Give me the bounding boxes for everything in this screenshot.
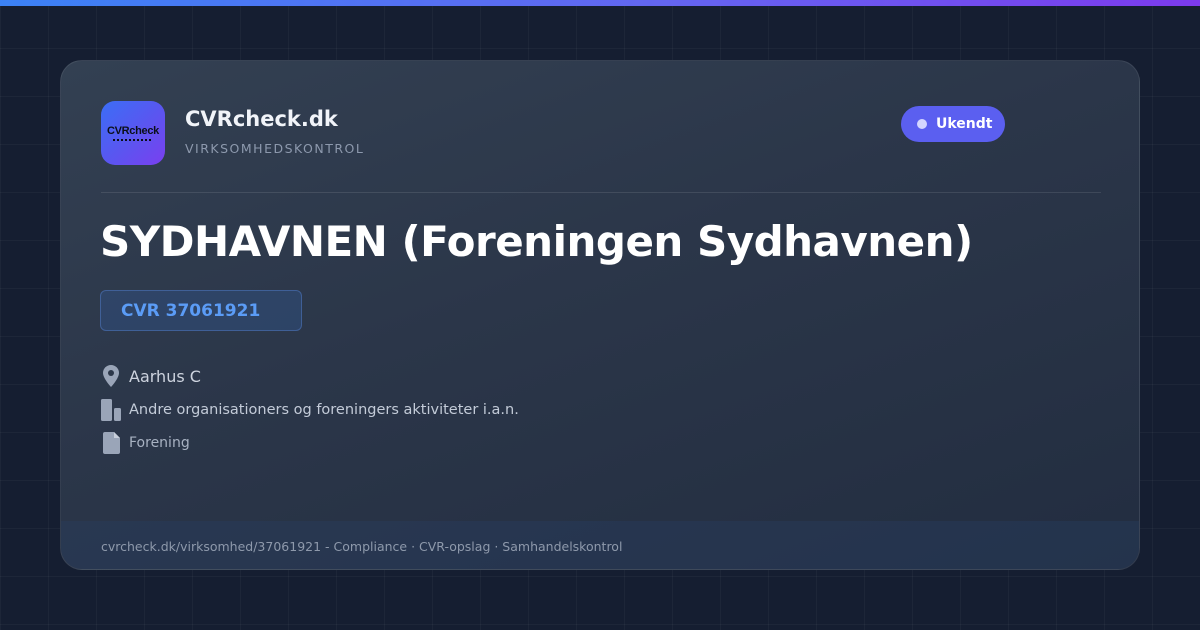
- location-pin-icon: [101, 363, 121, 389]
- footer-bar: cvrcheck.dk/virksomhed/37061921 - Compli…: [61, 521, 1139, 569]
- brand-tagline: VIRKSOMHEDSKONTROL: [185, 141, 365, 156]
- company-name: SYDHAVNEN (Foreningen Sydhavnen): [100, 217, 973, 266]
- info-row-city: Aarhus C: [101, 363, 201, 389]
- gradient-top-bar: [0, 0, 1200, 6]
- document-icon: [101, 430, 121, 456]
- cvr-badge: CVR 37061921: [100, 290, 302, 331]
- logo-underline: [113, 138, 153, 141]
- info-row-type: Forening: [101, 430, 190, 456]
- status-label: Ukendt: [936, 116, 993, 132]
- status-dot-icon: [917, 119, 927, 129]
- company-industry: Andre organisationers og foreningers akt…: [129, 402, 519, 418]
- header-divider: [101, 192, 1101, 193]
- share-card-page: CVRcheck CVRcheck.dk VIRKSOMHEDSKONTROL …: [0, 0, 1200, 630]
- info-row-industry: Andre organisationers og foreningers akt…: [101, 397, 519, 423]
- footer-text: cvrcheck.dk/virksomhed/37061921 - Compli…: [101, 538, 623, 554]
- building-icon: [101, 397, 121, 423]
- company-city: Aarhus C: [129, 366, 201, 386]
- logo-text: CVRcheck: [106, 124, 159, 137]
- status-badge: Ukendt: [901, 106, 1005, 142]
- brand-name: CVRcheck.dk: [185, 107, 338, 131]
- company-type: Forening: [129, 435, 190, 451]
- brand-logo: CVRcheck: [101, 101, 165, 165]
- company-card: CVRcheck CVRcheck.dk VIRKSOMHEDSKONTROL …: [60, 60, 1140, 570]
